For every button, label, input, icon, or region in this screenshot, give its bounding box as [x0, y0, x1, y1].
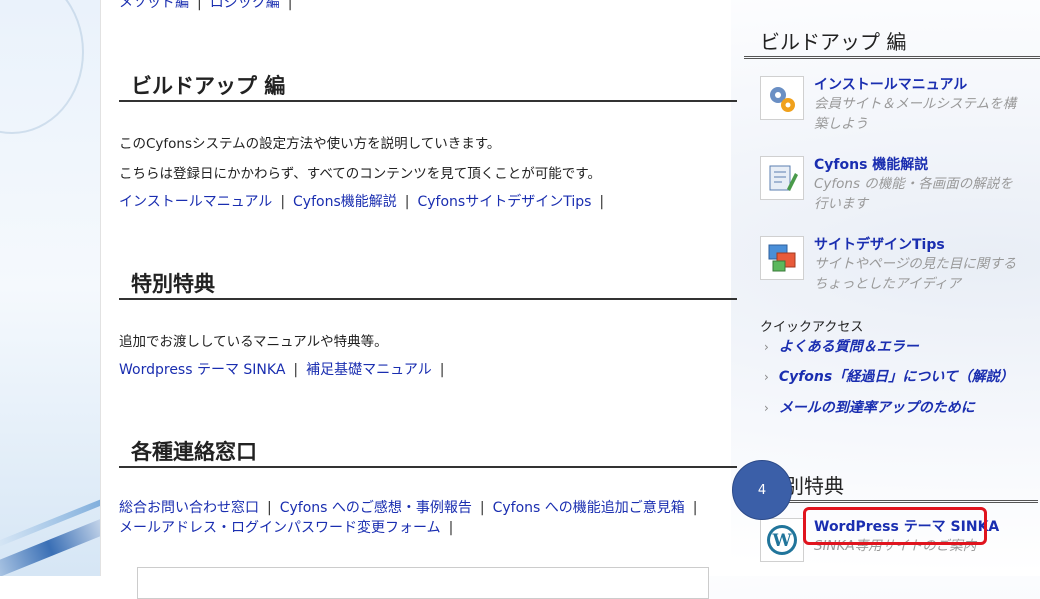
link-general-inquiry[interactable]: 総合お問い合わせ窓口 — [119, 500, 259, 516]
paragraph: このCyfonsシステムの設定方法や使い方を説明していきます。 — [119, 136, 501, 152]
sidebar-item-desc: Cyfons の機能・各画面の解説を行います — [814, 176, 1013, 212]
link-cyfons-features[interactable]: Cyfons機能解説 — [293, 194, 397, 210]
sidebar-title-buildup: ビルドアップ 編 — [744, 28, 1040, 59]
wordpress-icon: W — [760, 518, 804, 562]
section-title-contact: 各種連絡窓口 — [119, 438, 737, 468]
windows-icon — [760, 236, 804, 280]
paragraph: 追加でお渡ししているマニュアルや特典等。 — [119, 334, 388, 350]
link-feature-request[interactable]: Cyfons への機能追加ご意見箱 — [493, 500, 685, 516]
sidebar-item-title[interactable]: Cyfons 機能解説 — [814, 154, 928, 174]
quick-link-elapsed-days[interactable]: › Cyfons「経過日」について（解説） — [764, 366, 1014, 386]
links-row-special: Wordpress テーマ SINKA | 補足基礎マニュアル | — [119, 362, 445, 378]
link-logic[interactable]: ロジック編 — [210, 0, 280, 11]
top-links-row: メソッド編 | ロジック編 | — [119, 0, 300, 12]
link-change-form[interactable]: メールアドレス・ログインパスワード変更フォーム — [119, 520, 441, 536]
left-background-decoration — [0, 0, 100, 576]
chevron-right-icon: › — [764, 370, 769, 384]
link-basic-manual[interactable]: 補足基礎マニュアル — [306, 362, 432, 378]
sidebar-item-features[interactable]: Cyfons 機能解説 Cyfons の機能・各画面の解説を行います — [760, 156, 1030, 226]
svg-text:W: W — [771, 531, 792, 551]
links-row-buildup: インストールマニュアル | Cyfons機能解説 | CyfonsサイトデザインTips… — [119, 194, 605, 210]
links-row-contact-1: 総合お問い合わせ窓口 | Cyfons へのご感想・事例報告 | Cyfons への機能… — [119, 500, 698, 516]
quick-access-label: クイックアクセス — [760, 320, 864, 335]
gears-icon — [760, 76, 804, 120]
links-row-contact-2: メールアドレス・ログインパスワード変更フォーム | — [119, 520, 454, 536]
section-title-special: 特別特典 — [119, 270, 737, 300]
quick-link-faq[interactable]: › よくある質問＆エラー — [764, 336, 919, 356]
content-box — [137, 567, 709, 599]
link-install-manual[interactable]: インストールマニュアル — [119, 194, 272, 210]
step-number-badge: 4 — [732, 460, 792, 520]
quick-link-delivery-rate[interactable]: › メールの到達率アップのために — [764, 397, 975, 417]
sidebar-item-title[interactable]: インストールマニュアル — [814, 74, 967, 94]
sidebar-item-install[interactable]: インストールマニュアル 会員サイト＆メールシステムを構築しよう — [760, 76, 1030, 146]
document-pencil-icon — [760, 156, 804, 200]
sidebar-item-design-tips[interactable]: サイトデザインTips サイトやページの見た目に関するちょっとしたアイディア — [760, 236, 1030, 306]
link-design-tips[interactable]: CyfonsサイトデザインTips — [417, 194, 591, 210]
sidebar-item-desc: 会員サイト＆メールシステムを構築しよう — [814, 96, 1017, 132]
highlight-box — [803, 507, 987, 545]
link-feedback[interactable]: Cyfons へのご感想・事例報告 — [280, 500, 472, 516]
paragraph: こちらは登録日にかかわらず、すべてのコンテンツを見て頂くことが可能です。 — [119, 166, 601, 182]
link-method[interactable]: メソッド編 — [119, 0, 189, 11]
decorative-arc — [0, 0, 84, 134]
main-content: メソッド編 | ロジック編 | ビルドアップ 編 このCyfonsシステムの設定方法や… — [100, 0, 737, 599]
link-wordpress-sinka[interactable]: Wordpress テーマ SINKA — [119, 362, 285, 378]
chevron-right-icon: › — [764, 401, 769, 415]
chevron-right-icon: › — [764, 340, 769, 354]
sidebar-item-title[interactable]: サイトデザインTips — [814, 234, 945, 254]
section-title-buildup: ビルドアップ 編 — [119, 72, 737, 102]
sidebar-item-desc: サイトやページの見た目に関するちょっとしたアイディア — [814, 256, 1017, 292]
